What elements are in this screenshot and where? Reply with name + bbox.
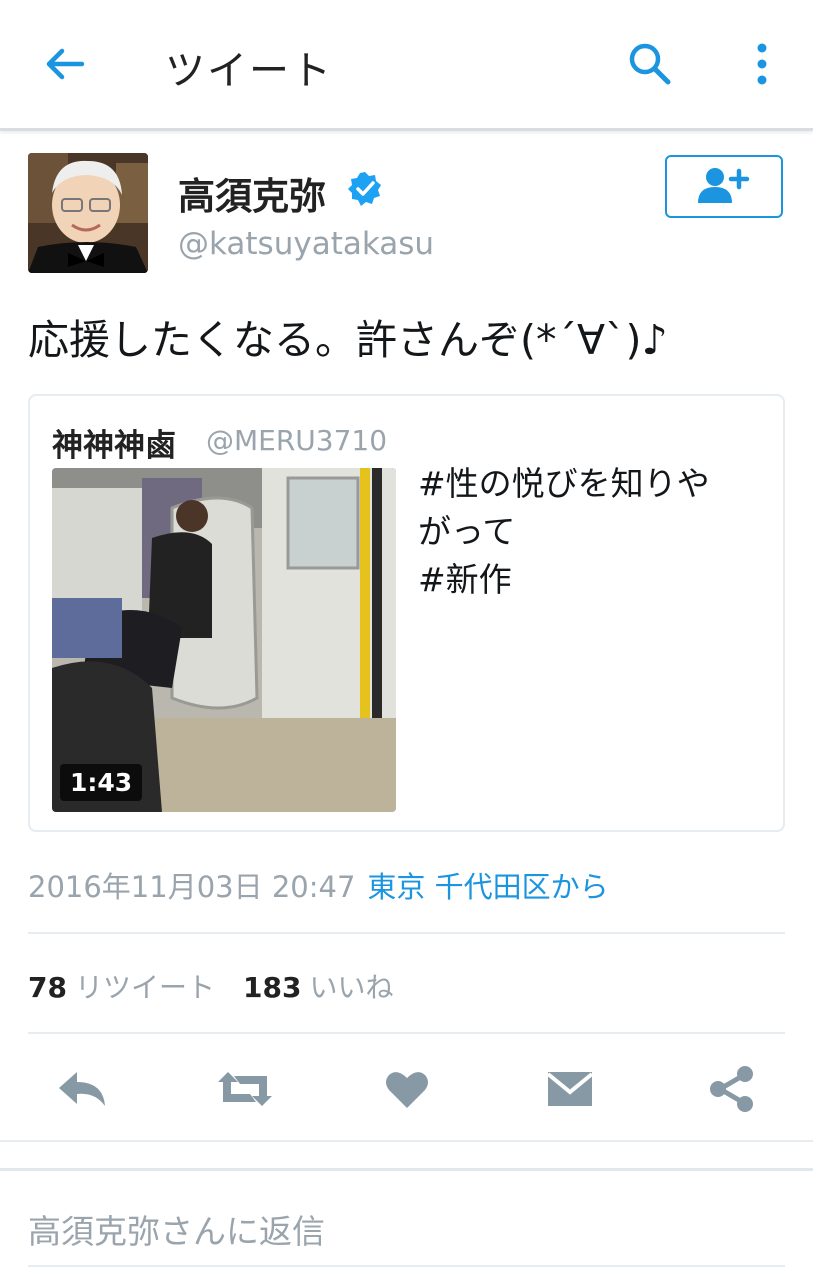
like-count-label[interactable]: いいね xyxy=(309,971,393,1004)
author-name[interactable]: 高須克弥 xyxy=(178,166,326,220)
retweet-icon[interactable] xyxy=(213,1064,277,1114)
add-user-icon xyxy=(695,165,753,209)
page-title: ツイート xyxy=(165,48,333,94)
video-duration: 1:43 xyxy=(60,764,143,801)
tweet-timestamp: 2016年11月03日 20:47 xyxy=(28,870,356,904)
tweet-stats: 78 リツイート 183 いいね xyxy=(28,966,421,1006)
author-handle[interactable]: @katsuyatakasu xyxy=(178,226,434,262)
reply-icon[interactable] xyxy=(52,1064,112,1114)
divider xyxy=(28,932,785,934)
search-icon[interactable] xyxy=(628,42,672,90)
quoted-tweet-text: #性の悦びを知りや がって #新作 xyxy=(418,464,710,599)
retweet-count[interactable]: 78 xyxy=(28,971,67,1004)
divider xyxy=(28,1265,785,1267)
tweet-text: 応援したくなる。許さんぞ(*´∀`)♪ xyxy=(28,316,668,364)
divider xyxy=(0,1140,813,1142)
share-icon[interactable] xyxy=(702,1064,762,1114)
quoted-author-name: 神神神鹵 xyxy=(52,428,176,464)
reply-input[interactable]: 高須克弥さんに返信 xyxy=(28,1205,325,1253)
more-vertical-icon[interactable] xyxy=(752,42,772,90)
like-count[interactable]: 183 xyxy=(243,971,301,1004)
tweet-location-link[interactable]: 東京 千代田区から xyxy=(367,870,608,904)
message-icon[interactable] xyxy=(540,1064,600,1114)
divider xyxy=(28,1032,785,1034)
quoted-author-handle: @MERU3710 xyxy=(206,424,388,457)
quoted-tweet[interactable]: 神神神鹵 @MERU3710 1:43 #性の悦びを知りや がって #新作 xyxy=(28,394,785,832)
like-icon[interactable] xyxy=(377,1064,437,1114)
retweet-count-label[interactable]: リツイート xyxy=(75,971,215,1004)
video-thumbnail[interactable]: 1:43 xyxy=(52,468,396,812)
back-arrow-icon[interactable] xyxy=(42,42,86,90)
avatar[interactable] xyxy=(28,153,148,273)
verified-badge-icon xyxy=(346,170,384,212)
follow-button[interactable] xyxy=(665,155,783,218)
divider xyxy=(0,1168,813,1171)
tweet-meta: 2016年11月03日 20:47 東京 千代田区から xyxy=(28,864,609,906)
top-app-bar: ツイート xyxy=(0,0,813,131)
